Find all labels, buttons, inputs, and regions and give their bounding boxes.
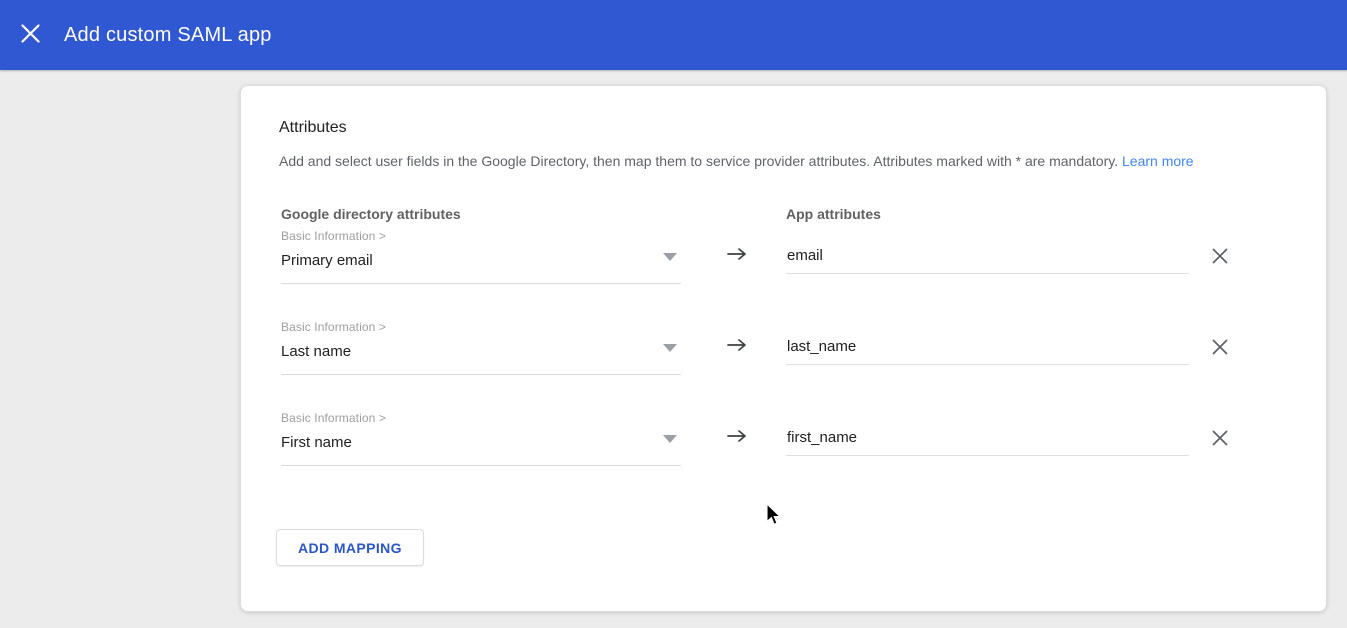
directory-attribute-value: Last name <box>281 343 351 360</box>
directory-attributes-column-header: Google directory attributes <box>281 206 461 222</box>
app-attribute-input[interactable] <box>786 328 1189 355</box>
close-icon <box>21 24 40 46</box>
mapping-row: Basic Information > First name <box>279 409 1288 500</box>
x-icon <box>1212 430 1228 449</box>
mapping-row: Basic Information > Last name <box>279 318 1288 409</box>
app-attribute-input[interactable] <box>786 419 1189 446</box>
add-mapping-button[interactable]: ADD MAPPING <box>276 529 424 566</box>
directory-attribute-select[interactable]: Basic Information > First name <box>281 411 681 466</box>
directory-attribute-select[interactable]: Basic Information > Last name <box>281 320 681 375</box>
mapping-arrow-icon <box>726 336 748 354</box>
dropdown-caret-icon <box>663 253 677 261</box>
close-button[interactable] <box>10 15 50 55</box>
app-attributes-column-header: App attributes <box>786 206 881 222</box>
directory-attribute-value: First name <box>281 434 352 451</box>
directory-attribute-select[interactable]: Basic Information > Primary email <box>281 229 681 284</box>
delete-mapping-button[interactable] <box>1204 423 1236 455</box>
attributes-panel: Attributes Add and select user fields in… <box>240 85 1327 612</box>
mapping-arrow-icon <box>726 245 748 263</box>
app-attribute-field <box>786 328 1189 365</box>
x-icon <box>1212 339 1228 358</box>
learn-more-link[interactable]: Learn more <box>1122 153 1194 169</box>
delete-mapping-button[interactable] <box>1204 332 1236 364</box>
dialog-header: Add custom SAML app <box>0 0 1347 70</box>
app-attribute-field <box>786 419 1189 456</box>
mapping-rows: Basic Information > Primary email Basic … <box>279 227 1288 500</box>
attributes-description: Add and select user fields in the Google… <box>279 152 1288 170</box>
description-text: Add and select user fields in the Google… <box>279 153 1118 169</box>
dropdown-caret-icon <box>663 435 677 443</box>
attribute-category-label: Basic Information > <box>281 229 681 243</box>
attribute-category-label: Basic Information > <box>281 320 681 334</box>
column-headers: Google directory attributes App attribut… <box>279 206 1288 224</box>
directory-attribute-value: Primary email <box>281 252 373 269</box>
x-icon <box>1212 248 1228 267</box>
attributes-heading: Attributes <box>279 119 1288 137</box>
attribute-category-label: Basic Information > <box>281 411 681 425</box>
app-attribute-field <box>786 237 1189 274</box>
mapping-arrow-icon <box>726 427 748 445</box>
dialog-title: Add custom SAML app <box>64 24 272 47</box>
app-attribute-input[interactable] <box>786 237 1189 264</box>
mapping-row: Basic Information > Primary email <box>279 227 1288 318</box>
delete-mapping-button[interactable] <box>1204 241 1236 273</box>
dropdown-caret-icon <box>663 344 677 352</box>
